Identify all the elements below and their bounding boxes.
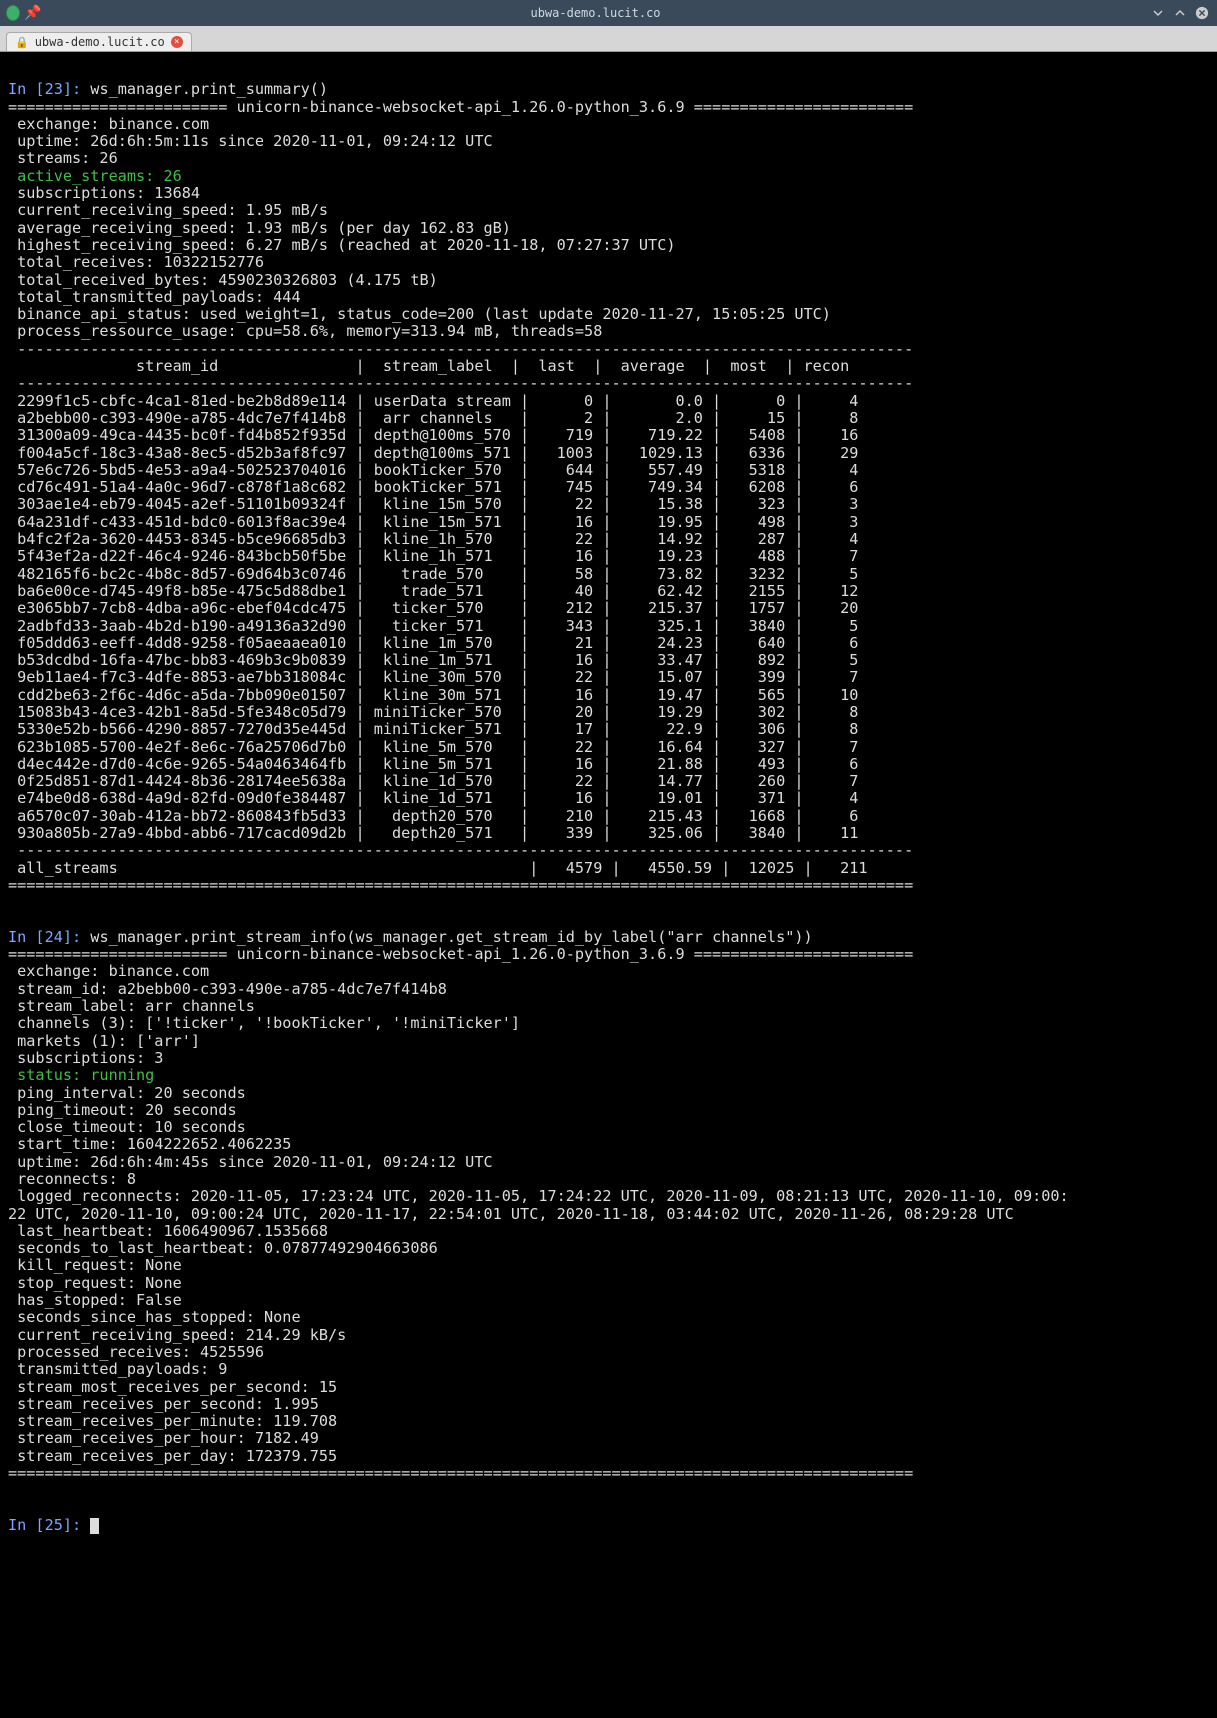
tab-label: ubwa-demo.lucit.co [35,35,165,49]
minimize-icon[interactable] [1151,6,1165,20]
maximize-icon[interactable] [1173,6,1187,20]
lock-icon: 🔒 [15,36,29,49]
close-icon[interactable] [1195,6,1209,20]
terminal-output[interactable]: In [23]: ws_manager.print_summary() ====… [0,52,1217,1718]
browser-tab[interactable]: 🔒 ubwa-demo.lucit.co × [6,32,192,51]
pin-icon[interactable]: 📌 [26,6,40,20]
tab-close-icon[interactable]: × [171,36,183,48]
app-icon [6,6,20,20]
window-titlebar: 📌 ubwa-demo.lucit.co [0,0,1217,26]
window-title: ubwa-demo.lucit.co [40,6,1151,20]
tab-bar: 🔒 ubwa-demo.lucit.co × [0,26,1217,52]
